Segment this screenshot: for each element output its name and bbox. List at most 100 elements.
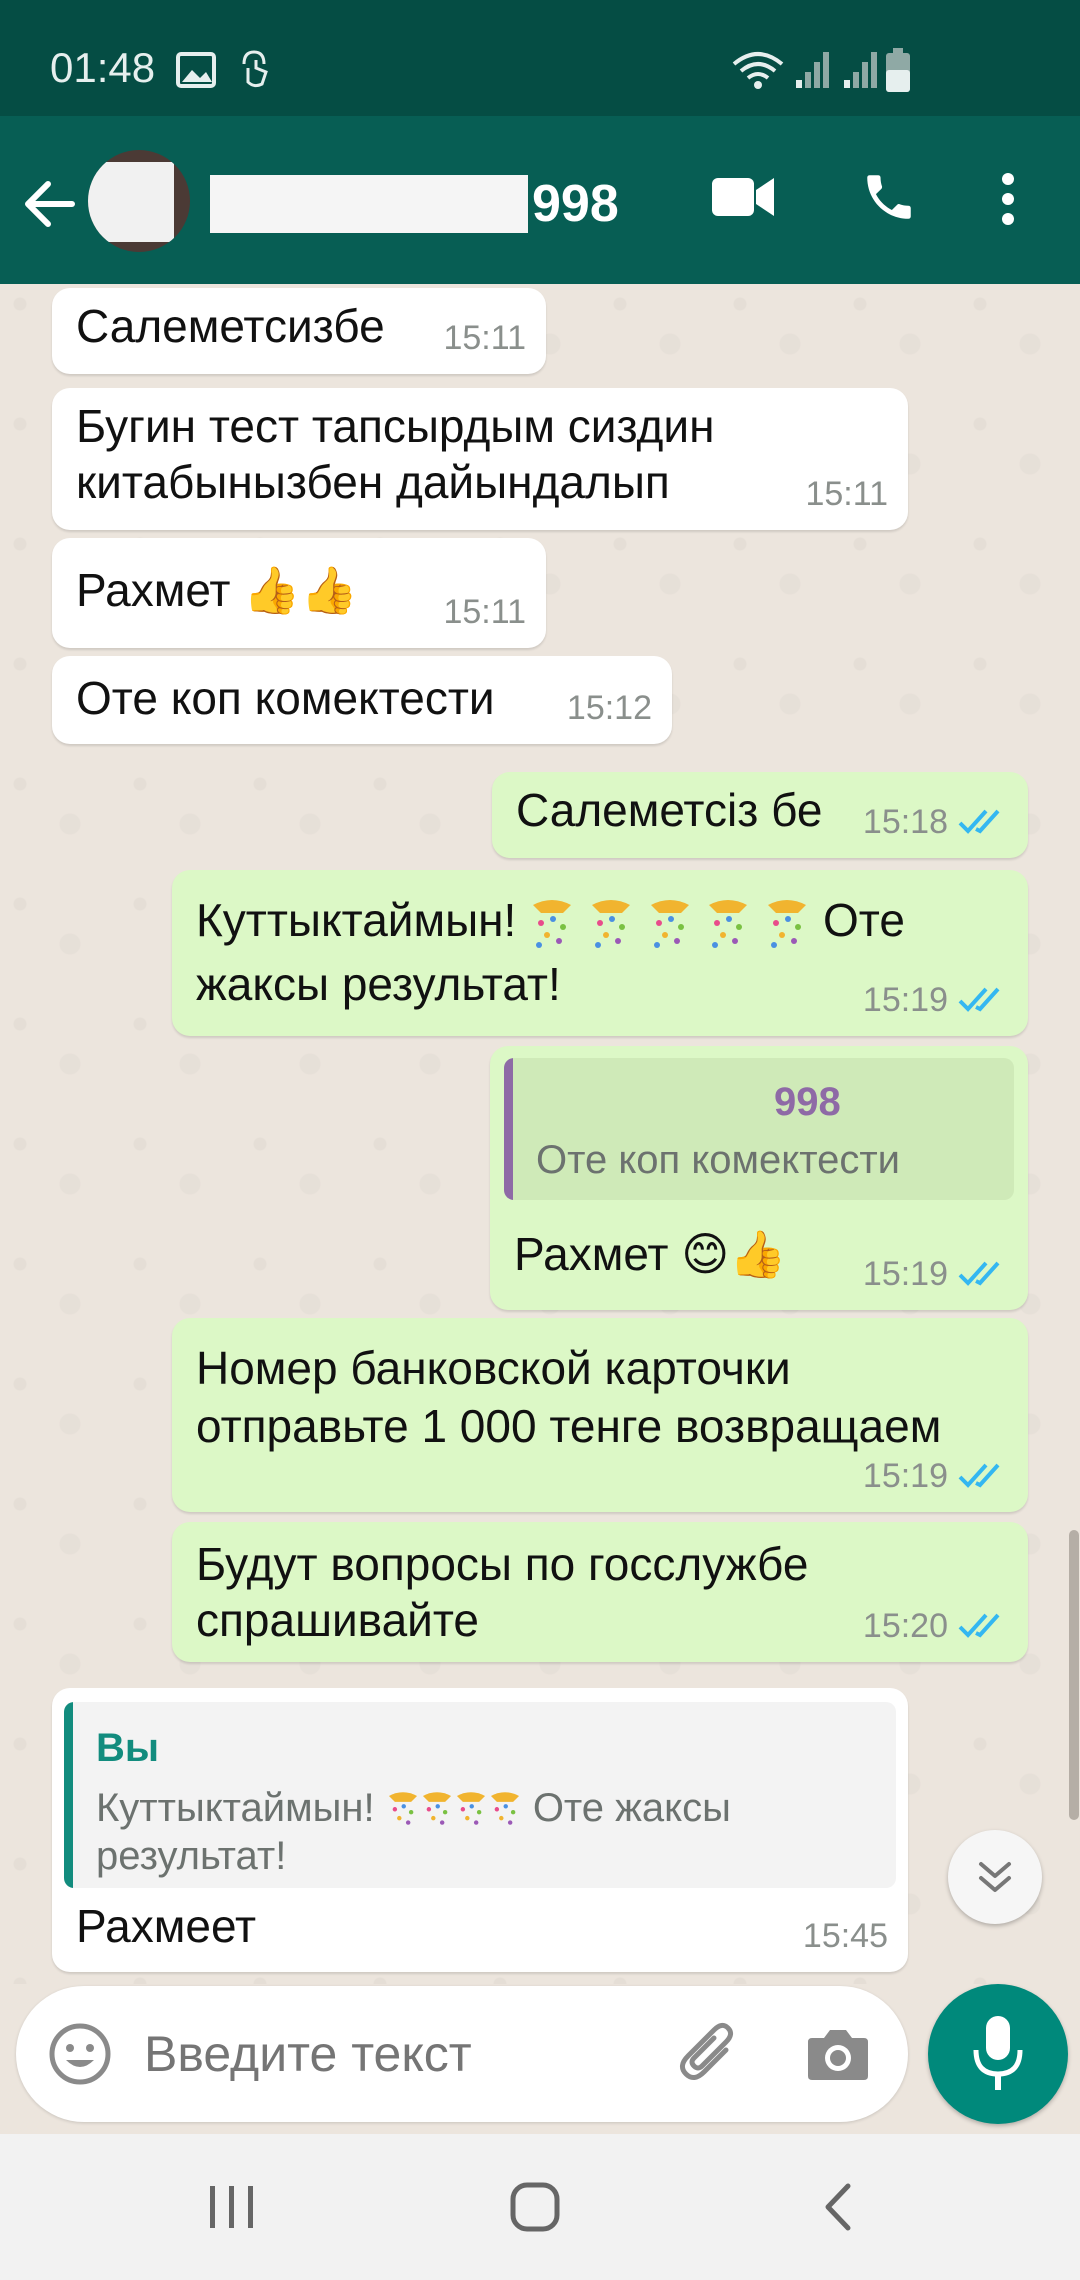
- message-meta: 15:19: [863, 1448, 1008, 1504]
- quoted-author: 998: [774, 1080, 841, 1124]
- message-text: Рахмеет: [76, 1900, 257, 1952]
- message-meta: 15:12: [567, 680, 652, 736]
- message-text-line-1: Куттыктаймын! Оте: [196, 892, 905, 951]
- confetti-icon: [388, 1792, 417, 1826]
- message-time: 15:45: [802, 1917, 888, 1955]
- quoted-message[interactable]: 998 Оте коп комектести: [504, 1058, 1014, 1200]
- message-text-part: Оте: [823, 894, 905, 946]
- message-text: Салеметсизбе: [76, 300, 385, 352]
- camera-icon[interactable]: [806, 2026, 870, 2082]
- scroll-to-bottom-button[interactable]: [948, 1830, 1042, 1924]
- signal-icon: [844, 52, 877, 88]
- contact-name[interactable]: 998: [210, 174, 619, 234]
- message-meta: 15:45: [803, 1908, 888, 1964]
- message-meta: 15:19: [863, 1246, 1008, 1302]
- quoted-text-line-1: Куттыктаймын! Оте жаксы: [96, 1784, 731, 1832]
- back-arrow-icon[interactable]: [22, 176, 78, 232]
- message-time: 15:19: [862, 1255, 948, 1293]
- microphone-icon: [973, 2016, 1023, 2090]
- message-text-part: Куттыктаймын!: [196, 894, 517, 946]
- confetti-icon: [650, 899, 689, 948]
- message-bubble-outgoing[interactable]: Номер банковской карточки отправьте 1 00…: [172, 1318, 1028, 1512]
- message-bubble-outgoing[interactable]: Будут вопросы по госслужбе спрашивайте 1…: [172, 1522, 1028, 1662]
- message-meta: 15:20: [863, 1598, 1008, 1654]
- composer-bar: [0, 1984, 1080, 2134]
- phone-call-icon[interactable]: [860, 168, 918, 226]
- avatar-redaction: [88, 162, 174, 242]
- quoted-author: Вы: [96, 1726, 160, 1770]
- message-text-line-1: Бугин тест тапсырдым сиздин: [76, 400, 715, 452]
- message-bubble-outgoing[interactable]: Салеметсіз бе 15:18: [492, 772, 1028, 858]
- message-text: Рахмет 😊👍: [514, 1226, 787, 1282]
- message-time: 15:18: [862, 803, 948, 841]
- message-bubble-incoming[interactable]: Салеметсизбе 15:11: [52, 288, 546, 374]
- message-bubble-incoming-reply[interactable]: Вы Куттыктаймын! Оте жаксы результат! Ра…: [52, 1688, 908, 1972]
- message-text-line-2: жаксы результат!: [196, 958, 561, 1010]
- emoji-icon[interactable]: [48, 2022, 112, 2086]
- message-time: 15:12: [566, 689, 652, 727]
- message-text: Рахмет 👍👍: [76, 562, 358, 618]
- message-bubble-incoming[interactable]: Бугин тест тапсырдым сиздин китабынызбен…: [52, 388, 908, 530]
- image-icon: [176, 52, 216, 88]
- voice-record-button[interactable]: [928, 1984, 1068, 2124]
- quoted-text-part: Куттыктаймын!: [96, 1786, 375, 1830]
- confetti-emoji-group: [529, 894, 823, 948]
- message-text-line-2: китабынызбен дайындалып: [76, 456, 670, 508]
- attach-icon[interactable]: [674, 2020, 744, 2090]
- status-time: 01:48: [50, 44, 156, 91]
- touch-icon: [242, 50, 268, 88]
- message-bubble-incoming[interactable]: Оте коп комектести 15:12: [52, 656, 672, 744]
- message-text-word: Рахмет: [76, 564, 231, 616]
- smile-thumbs-up-icon: 😊👍: [681, 1228, 787, 1280]
- message-bubble-outgoing[interactable]: Куттыктаймын! Оте жаксы результат! 15:19: [172, 870, 1028, 1036]
- confetti-icon: [709, 899, 748, 948]
- message-time: 15:11: [443, 319, 526, 357]
- message-text-line-2: отправьте 1 000 тенге возвращаем: [196, 1400, 942, 1452]
- message-bubble-incoming[interactable]: Рахмет 👍👍 15:11: [52, 538, 546, 648]
- message-time: 15:19: [862, 1457, 948, 1495]
- back-nav-icon[interactable]: [820, 2182, 854, 2232]
- chat-header: 998: [0, 116, 1080, 284]
- contact-name-suffix: 998: [532, 175, 619, 233]
- confetti-icon: [422, 1792, 451, 1826]
- video-call-icon[interactable]: [712, 174, 776, 220]
- message-bubble-outgoing-reply[interactable]: 998 Оте коп комектести Рахмет 😊👍 15:19: [490, 1046, 1028, 1310]
- quoted-message[interactable]: Вы Куттыктаймын! Оте жаксы результат!: [64, 1702, 896, 1888]
- quoted-text: Оте коп комектести: [536, 1138, 900, 1182]
- quoted-text-part: Оте жаксы: [532, 1786, 731, 1830]
- message-meta: 15:11: [805, 466, 888, 522]
- message-meta: 15:18: [863, 794, 1008, 850]
- contact-avatar[interactable]: [88, 150, 190, 252]
- message-meta: 15:19: [863, 972, 1008, 1028]
- message-text: Салеметсіз бе: [516, 784, 823, 836]
- message-time: 15:11: [443, 593, 526, 631]
- read-receipt-icon: [958, 987, 1000, 1012]
- message-time: 15:20: [862, 1607, 948, 1645]
- signal-icon: [796, 52, 829, 88]
- message-time: 15:19: [862, 981, 948, 1019]
- thumbs-up-icon: 👍👍: [243, 564, 358, 616]
- home-icon[interactable]: [510, 2182, 560, 2232]
- message-meta: 15:11: [443, 310, 526, 366]
- message-text: Оте коп комектести: [76, 672, 495, 724]
- message-list[interactable]: Салеметсизбе 15:11 Бугин тест тапсырдым …: [0, 284, 1080, 1984]
- message-input[interactable]: [142, 2024, 666, 2084]
- more-vertical-icon[interactable]: [1000, 172, 1016, 226]
- scrollbar[interactable]: [1069, 1530, 1079, 1820]
- battery-icon: [886, 48, 910, 92]
- read-receipt-icon: [958, 809, 1000, 834]
- quoted-text-line-2: результат!: [96, 1834, 287, 1878]
- double-chevron-down-icon: [979, 1862, 1011, 1892]
- wifi-icon: [732, 52, 784, 89]
- quote-accent-bar: [504, 1058, 513, 1200]
- read-receipt-icon: [958, 1463, 1000, 1488]
- message-text-word: Рахмет: [514, 1228, 669, 1280]
- read-receipt-icon: [958, 1261, 1000, 1286]
- system-navigation-bar: [0, 2134, 1080, 2280]
- confetti-icon: [456, 1792, 485, 1826]
- message-meta: 15:11: [443, 584, 526, 640]
- name-redaction: [210, 175, 528, 233]
- message-text-line-1: Будут вопросы по госслужбе: [196, 1538, 809, 1590]
- message-input-container[interactable]: [16, 1986, 908, 2122]
- recent-apps-icon[interactable]: [208, 2184, 256, 2230]
